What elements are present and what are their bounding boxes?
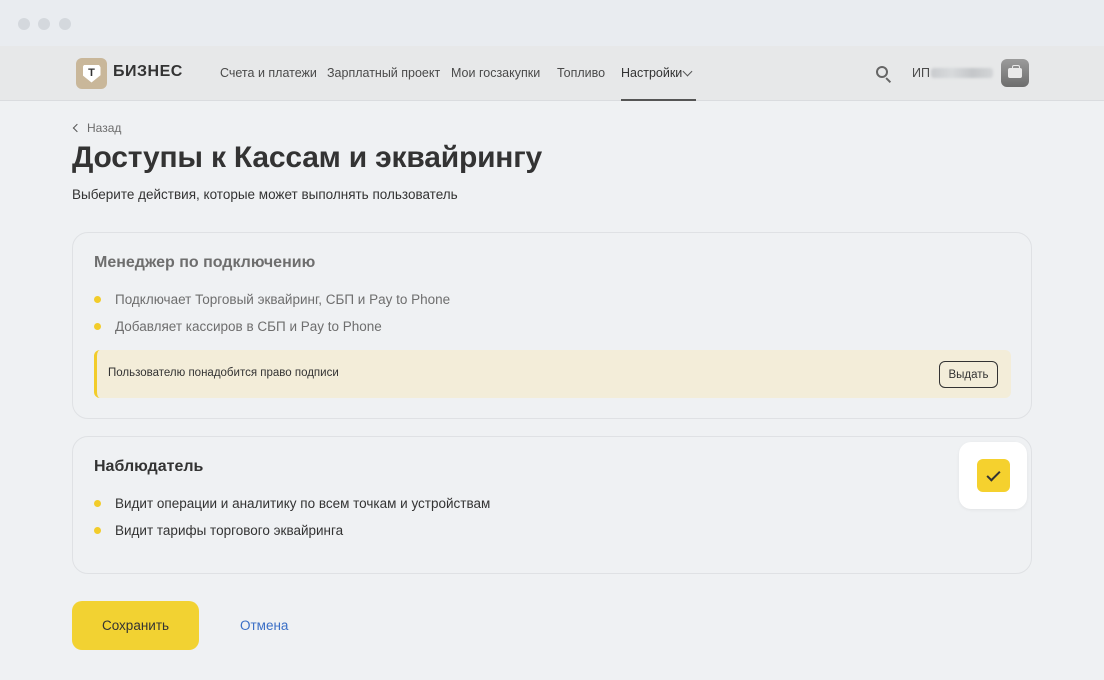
bullet-icon (94, 527, 101, 534)
logo-text[interactable]: БИЗНЕС (113, 63, 183, 81)
logo-letter: T (88, 66, 95, 79)
signature-notice: Пользователю понадобится право подписи В… (94, 350, 1011, 398)
save-button[interactable]: Сохранить (72, 601, 199, 650)
briefcase-icon (1008, 65, 1022, 78)
list-item-text: Видит тарифы торгового эквайринга (115, 523, 344, 538)
checkmark-icon (985, 466, 1001, 482)
avatar[interactable] (1001, 59, 1029, 87)
nav-item-accounts-payments[interactable]: Счета и платежи (220, 66, 317, 80)
role-title: Наблюдатель (94, 458, 204, 475)
window-close-dot[interactable] (18, 18, 30, 30)
top-navigation-bar: T БИЗНЕС Счета и платежи Зарплатный прое… (0, 46, 1104, 101)
search-icon[interactable] (876, 66, 892, 84)
back-link[interactable]: Назад (72, 121, 121, 135)
list-item: Видит операции и аналитику по всем точка… (94, 496, 490, 511)
role-title: Менеджер по подключению (94, 254, 316, 271)
window-minimize-dot[interactable] (38, 18, 50, 30)
list-item: Добавляет кассиров в СБП и Pay to Phone (94, 319, 382, 334)
chevron-down-icon[interactable] (682, 66, 693, 77)
role-card-observer: Наблюдатель Видит операции и аналитику п… (72, 436, 1032, 574)
grant-button[interactable]: Выдать (939, 361, 998, 388)
nav-item-salary-project[interactable]: Зарплатный проект (327, 66, 440, 80)
list-item-text: Добавляет кассиров в СБП и Pay to Phone (115, 319, 382, 334)
organization-name-redacted[interactable] (931, 68, 993, 78)
nav-active-indicator (621, 99, 696, 101)
back-link-label: Назад (87, 121, 122, 135)
notice-text: Пользователю понадобится право подписи (108, 367, 339, 379)
nav-item-settings[interactable]: Настройки (621, 66, 682, 80)
observer-checkbox[interactable] (976, 459, 1010, 492)
nav-item-procurements[interactable]: Мои госзакупки (451, 66, 540, 80)
chevron-left-icon (72, 123, 82, 133)
cancel-link[interactable]: Отмена (240, 618, 288, 633)
role-card-connection-manager: Менеджер по подключению Подключает Торго… (72, 232, 1032, 419)
bullet-icon (94, 296, 101, 303)
nav-item-fuel[interactable]: Топливо (557, 66, 605, 80)
bullet-icon (94, 323, 101, 330)
window-titlebar (0, 0, 1104, 46)
organization-prefix[interactable]: ИП (912, 66, 930, 80)
page-title: Доступы к Кассам и эквайрингу (72, 141, 543, 174)
list-item-text: Видит операции и аналитику по всем точка… (115, 496, 491, 511)
list-item: Видит тарифы торгового эквайринга (94, 523, 343, 538)
page-subtitle: Выберите действия, которые может выполня… (72, 187, 458, 202)
observer-checkbox-container (959, 442, 1027, 509)
logo-icon[interactable]: T (76, 58, 107, 89)
list-item: Подключает Торговый эквайринг, СБП и Pay… (94, 292, 450, 307)
list-item-text: Подключает Торговый эквайринг, СБП и Pay… (115, 292, 451, 307)
logo-shield-icon: T (82, 64, 101, 83)
bullet-icon (94, 500, 101, 507)
window-maximize-dot[interactable] (59, 18, 71, 30)
